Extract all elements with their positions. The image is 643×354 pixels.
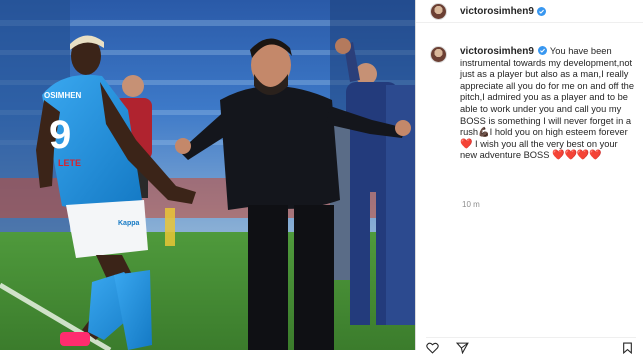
caption-verified-badge-icon — [537, 46, 547, 55]
heart-icon[interactable] — [426, 342, 439, 354]
corner-flag — [165, 208, 175, 246]
header-username[interactable]: victorosimhen9 — [460, 6, 534, 17]
avatar[interactable] — [430, 2, 447, 20]
post-time: 10 m — [462, 200, 480, 209]
bookmark-icon[interactable] — [622, 342, 633, 354]
post-photo[interactable]: 9 OSIMHEN LETE Kappa — [0, 0, 415, 350]
shorts-brand: Kappa — [118, 220, 140, 227]
heart-emoji: ❤️ — [460, 138, 473, 150]
send-icon[interactable] — [456, 342, 469, 354]
caption-part-1: You have been instrumental towards my de… — [460, 46, 635, 138]
caption-avatar[interactable] — [430, 46, 447, 63]
verified-badge-icon — [536, 6, 546, 16]
shirt-sponsor: LETE — [58, 158, 81, 168]
photo-scene: 9 OSIMHEN LETE Kappa — [0, 0, 415, 350]
caption-username[interactable]: victorosimhen9 — [460, 46, 534, 57]
caption-part-2: I hold you on high esteem forever — [489, 127, 628, 138]
shirt-name: OSIMHEN — [44, 91, 82, 100]
shirt-number: 9 — [49, 113, 71, 157]
caption-comment: victorosimhen9 You have been instrumental… — [430, 46, 636, 162]
post-sidebar: victorosimhen9 victorosimhen9 You have be… — [415, 0, 643, 354]
flexed-arm-emoji: 💪🏿 — [478, 127, 490, 138]
post-header: victorosimhen9 — [416, 0, 643, 23]
hearts-emoji: ❤️❤️❤️❤️ — [552, 150, 602, 162]
caption-text: victorosimhen9 You have been instrumental… — [460, 46, 636, 162]
